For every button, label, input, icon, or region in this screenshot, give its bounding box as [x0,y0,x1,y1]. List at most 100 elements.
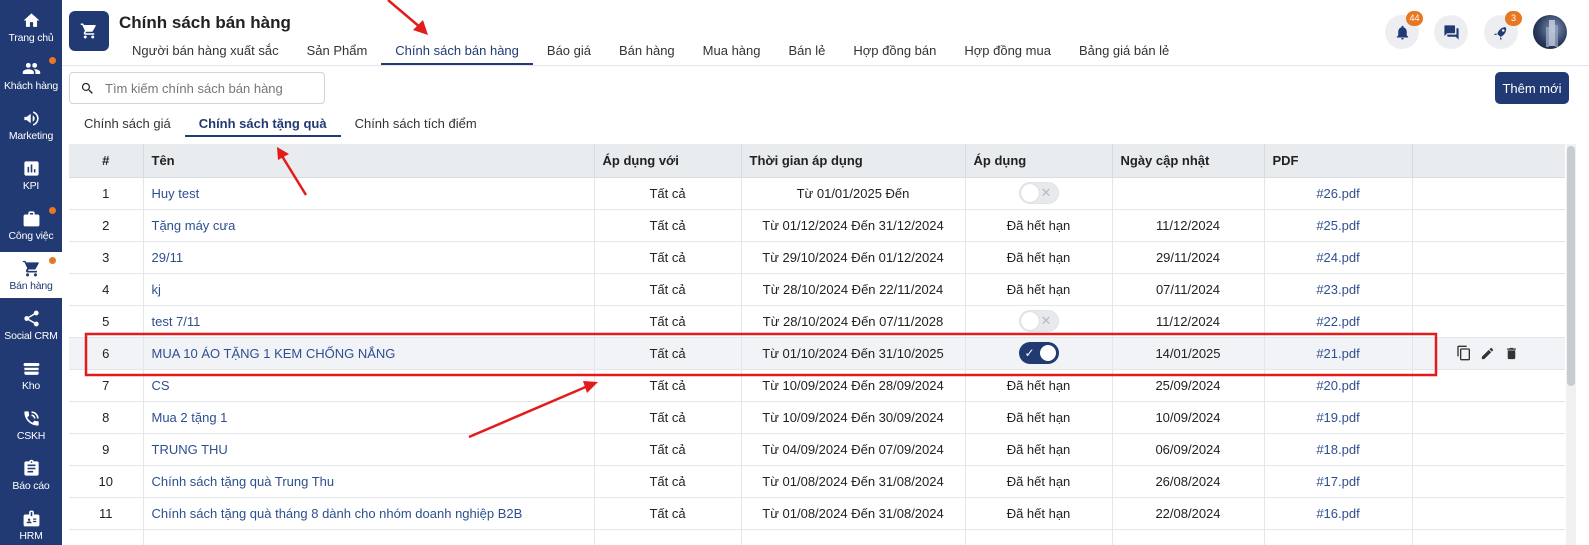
column-header-updated[interactable]: Ngày cập nhật [1112,144,1265,178]
policy-name-link[interactable]: Tặng máy cưa [143,209,595,242]
table-row[interactable]: 3 29/11 Tất cả Từ 29/10/2024 Đến 01/12/2… [69,241,1565,274]
column-header-pdf[interactable]: PDF [1264,144,1413,178]
sidebar-item-users[interactable]: Khách hàng [0,52,62,98]
cell-status: Đã hết hạn [965,433,1113,466]
sidebar-item-warehouse[interactable]: Kho [0,352,62,398]
cell-actions [1412,497,1565,530]
sidebar-item-briefcase[interactable]: Công việc [0,202,62,248]
pdf-link[interactable]: #23.pdf [1264,273,1413,306]
pdf-link[interactable]: #25.pdf [1264,209,1413,242]
column-header-apply-to[interactable]: Áp dụng với [594,144,742,178]
tab-top-nav-7[interactable]: Hợp đồng bán [839,40,950,65]
avatar[interactable] [1533,15,1567,49]
rocket-button[interactable]: 3 [1484,11,1522,49]
policy-name-link[interactable]: CS [143,369,595,402]
tab-top-nav-3[interactable]: Báo giá [533,40,605,65]
policy-name-link[interactable]: Chính sách tặng quà Trung Thu [143,465,595,498]
bell-icon [1396,25,1408,40]
cell-apply-to: Tất cả [594,209,742,242]
tab-top-nav-5[interactable]: Mua hàng [689,40,775,65]
table-row[interactable]: 7 CS Tất cả Từ 10/09/2024 Đến 28/09/2024… [69,369,1565,402]
cart-icon [22,260,39,276]
tab-top-nav-2[interactable]: Chính sách bán hàng [381,40,533,65]
sub-tab-2[interactable]: Chính sách tích điểm [341,112,491,137]
cell-period: Từ 28/10/2024 Đến 07/11/2028 [741,305,966,338]
sidebar-item-cart[interactable]: Bán hàng [0,252,62,298]
policy-name-link[interactable] [143,529,595,545]
column-header-period[interactable]: Thời gian áp dụng [741,144,966,178]
table-row[interactable]: 11 Chính sách tặng quà tháng 8 dành cho … [69,497,1565,530]
pdf-link[interactable]: #21.pdf [1264,337,1413,370]
policy-name-link[interactable]: TRUNG THU [143,433,595,466]
table-row[interactable]: 10 Chính sách tặng quà Trung Thu Tất cả … [69,465,1565,498]
app-badge[interactable] [69,11,109,51]
tab-top-nav-4[interactable]: Bán hàng [605,40,689,65]
sidebar-item-chart[interactable]: KPI [0,152,62,198]
column-header-name[interactable]: Tên [143,144,595,178]
policy-name-link[interactable]: test 7/11 [143,305,595,338]
search-input[interactable] [105,80,305,96]
pdf-link[interactable]: #26.pdf [1264,177,1413,210]
sidebar-item-phone[interactable]: CSKH [0,402,62,448]
cell-updated: 06/09/2024 [1112,433,1265,466]
apply-toggle[interactable]: ✕ [1018,182,1059,204]
table-row[interactable]: 4 kj Tất cả Từ 28/10/2024 Đến 22/11/2024… [69,273,1565,306]
pdf-link[interactable]: #20.pdf [1264,369,1413,402]
notifications-button[interactable]: 44 [1385,11,1423,49]
sidebar-item-megaphone[interactable]: Marketing [0,102,62,148]
chat-button[interactable] [1434,15,1468,49]
apply-toggle[interactable]: ✕ [1018,310,1059,332]
sidebar-item-label: Social CRM [4,330,58,342]
tab-top-nav-9[interactable]: Bảng giá bán lẻ [1065,40,1183,65]
sub-tab-0[interactable]: Chính sách giá [70,112,185,137]
policy-name-link[interactable]: Mua 2 tặng 1 [143,401,595,434]
rocket-icon [1493,26,1506,41]
pdf-link[interactable]: #18.pdf [1264,433,1413,466]
policy-name-link[interactable]: Huy test [143,177,595,210]
policy-name-link[interactable]: MUA 10 ÁO TẶNG 1 KEM CHỐNG NẮNG [143,337,595,370]
add-new-button[interactable]: Thêm mới [1495,72,1569,104]
pdf-link[interactable]: #19.pdf [1264,401,1413,434]
sidebar-icon-wrap [21,308,41,328]
table-row[interactable]: 2 Tặng máy cưa Tất cả Từ 01/12/2024 Đến … [69,209,1565,242]
policy-name-link[interactable]: kj [143,273,595,306]
notifications-count-badge: 44 [1406,11,1423,26]
sub-tab-1[interactable]: Chính sách tặng quà [184,112,341,137]
pdf-link[interactable]: #16.pdf [1264,497,1413,530]
pdf-link[interactable]: #22.pdf [1264,305,1413,338]
sidebar-item-home[interactable]: Trang chủ [0,4,62,50]
pdf-link[interactable]: #17.pdf [1264,465,1413,498]
tab-top-nav-6[interactable]: Bán lẻ [775,40,840,65]
search-box[interactable] [69,72,325,104]
sidebar-item-clipboard[interactable]: Báo cáo [0,452,62,498]
tab-top-nav-1[interactable]: Sản Phẩm [293,40,382,65]
table-row[interactable]: 9 TRUNG THU Tất cả Từ 04/09/2024 Đến 07/… [69,433,1565,466]
sidebar-icon-wrap [21,10,41,30]
table-row[interactable] [69,529,1565,545]
tab-top-nav-0[interactable]: Người bán hàng xuất sắc [118,40,293,65]
table-row[interactable]: 5 test 7/11 Tất cả Từ 28/10/2024 Đến 07/… [69,305,1565,338]
table-row[interactable]: 6 MUA 10 ÁO TẶNG 1 KEM CHỐNG NẮNG Tất cả… [69,337,1565,370]
pdf-link[interactable]: #24.pdf [1264,241,1413,274]
column-header-status[interactable]: Áp dụng [965,144,1113,178]
column-header-index[interactable]: # [69,144,144,178]
policy-name-link[interactable]: 29/11 [143,241,595,274]
copy-button[interactable] [1455,344,1473,362]
tab-top-nav-8[interactable]: Hợp đồng mua [950,40,1065,65]
sidebar-item-share[interactable]: Social CRM [0,302,62,348]
top-nav: Người bán hàng xuất sắc Sản Phẩm Chính sác… [118,40,1183,66]
scrollbar-thumb[interactable] [1567,146,1575,386]
sidebar-item-badge[interactable]: HRM [0,502,62,545]
table-row[interactable]: 8 Mua 2 tặng 1 Tất cả Từ 10/09/2024 Đến … [69,401,1565,434]
pdf-link[interactable] [1264,529,1413,545]
delete-button[interactable] [1503,344,1521,362]
policy-name-link[interactable]: Chính sách tặng quà tháng 8 dành cho nhó… [143,497,595,530]
notification-dot [49,257,56,264]
cell-actions [1412,433,1565,466]
apply-toggle[interactable]: ✓ [1018,342,1059,364]
edit-button[interactable] [1479,344,1497,362]
table-row[interactable]: 1 Huy test Tất cả Từ 01/01/2025 Đến ✕ #2… [69,177,1565,210]
chart-icon [23,160,39,176]
cell-status: Đã hết hạn [965,497,1113,530]
table-scrollbar[interactable] [1566,144,1576,545]
